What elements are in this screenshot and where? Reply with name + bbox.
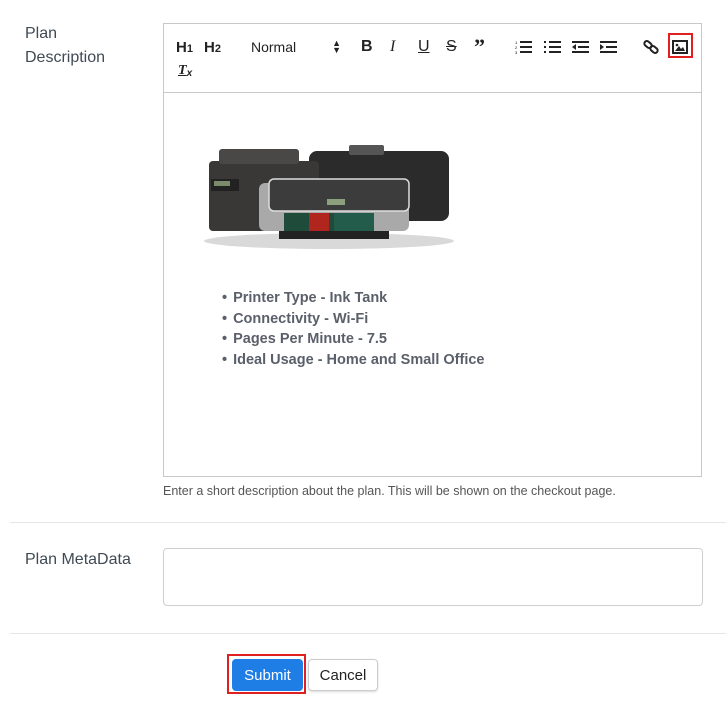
cancel-button[interactable]: Cancel (308, 659, 378, 691)
indent-icon (600, 41, 617, 53)
section-divider (10, 522, 726, 523)
label-line-2: Description (25, 49, 106, 66)
link-button[interactable] (643, 36, 659, 58)
format-select[interactable]: Normal ▲ ▼ (251, 36, 341, 58)
bullet-list-icon (544, 41, 561, 53)
plan-metadata-label: Plan MetaData (25, 551, 131, 568)
indent-button[interactable] (600, 36, 618, 58)
rich-text-editor: H1 H2 Normal ▲ ▼ B I U S ” 123 Tx • Prin… (163, 23, 702, 477)
printer-image (204, 145, 454, 249)
feature-item: Connectivity - Wi-Fi (222, 309, 485, 330)
feature-item: Printer Type - Ink Tank (222, 288, 485, 309)
submit-button[interactable]: Submit (232, 659, 303, 691)
editor-content[interactable]: Printer Type - Ink Tank Connectivity - W… (164, 93, 701, 478)
header-1-button[interactable]: H1 (176, 36, 193, 58)
editor-toolbar: H1 H2 Normal ▲ ▼ B I U S ” 123 Tx (164, 24, 701, 93)
blockquote-button[interactable]: ” (474, 34, 485, 59)
outdent-button[interactable] (572, 36, 590, 58)
image-icon (672, 40, 688, 54)
ordered-list-button[interactable]: 123 (515, 36, 533, 58)
label-line-1: Plan (25, 25, 58, 42)
image-button[interactable] (672, 36, 688, 58)
plan-description-label: Plan Description (25, 22, 105, 70)
header-2-button[interactable]: H2 (204, 36, 221, 58)
italic-button[interactable]: I (390, 36, 395, 58)
svg-text:3: 3 (515, 50, 518, 54)
link-icon (643, 40, 659, 54)
section-divider (10, 633, 726, 634)
outdent-icon (572, 41, 589, 53)
feature-item: Ideal Usage - Home and Small Office (222, 350, 484, 371)
format-select-value: Normal (251, 39, 297, 55)
ordered-list-icon: 123 (515, 40, 532, 54)
feature-item: Pages Per Minute - 7.5 (222, 329, 485, 350)
description-help-text: Enter a short description about the plan… (163, 484, 616, 498)
select-arrows-icon: ▲ ▼ (332, 38, 341, 55)
bullet-list-button[interactable] (544, 36, 562, 58)
feature-list: Printer Type - Ink Tank Connectivity - W… (222, 288, 485, 371)
strike-button[interactable]: S (446, 36, 457, 58)
underline-button[interactable]: U (418, 36, 430, 58)
clean-format-button[interactable]: Tx (178, 60, 192, 82)
bold-button[interactable]: B (361, 36, 373, 58)
plan-metadata-input[interactable] (163, 548, 703, 606)
